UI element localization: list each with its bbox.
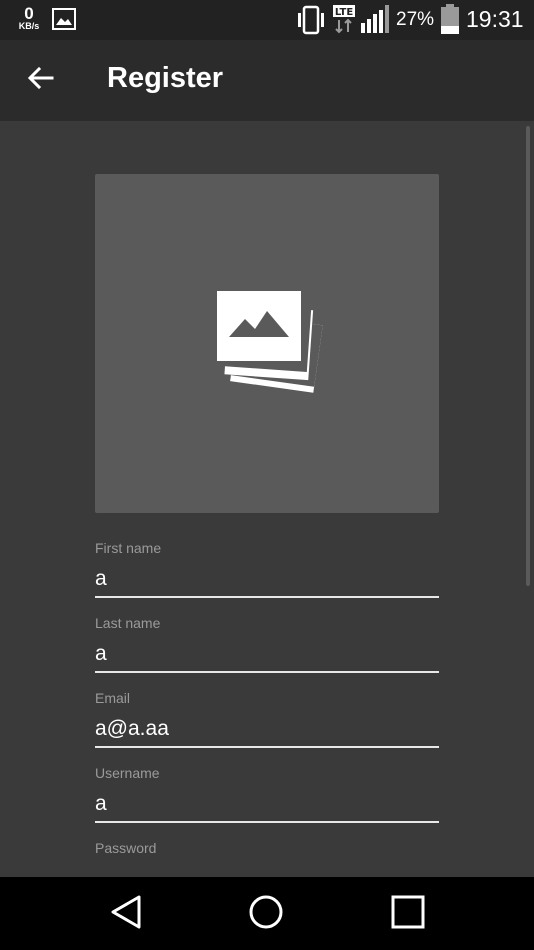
svg-text:LTE: LTE: [335, 7, 354, 18]
password-label: Password: [95, 840, 157, 856]
network-speed-unit: KB/s: [18, 21, 40, 31]
first-name-field: First name: [95, 540, 439, 598]
nav-home-button[interactable]: [243, 891, 289, 937]
password-field: Password: [95, 840, 439, 877]
username-field: Username: [95, 765, 439, 823]
triangle-back-icon: [109, 894, 143, 935]
email-field: Email: [95, 690, 439, 748]
network-speed: 0 KB/s: [14, 5, 44, 31]
register-form-scroll[interactable]: First name Last name Email Username Pass…: [0, 121, 534, 877]
scrollbar[interactable]: [526, 126, 530, 586]
last-name-field: Last name: [95, 615, 439, 673]
page-title: Register: [107, 62, 224, 94]
arrow-back-icon: [27, 66, 54, 94]
gallery-notification-icon: [52, 8, 76, 30]
username-label: Username: [95, 765, 160, 781]
nav-recents-button[interactable]: [385, 891, 431, 937]
battery-icon: [440, 4, 460, 34]
system-nav-bar: [0, 877, 534, 950]
last-name-input[interactable]: [95, 637, 439, 673]
photo-library-icon: [205, 279, 329, 408]
vibrate-icon: [295, 5, 327, 35]
back-button[interactable]: [20, 60, 62, 100]
last-name-label: Last name: [95, 615, 161, 631]
email-input[interactable]: [95, 712, 439, 748]
nav-back-button[interactable]: [103, 891, 149, 937]
circle-home-icon: [248, 894, 284, 935]
status-bar: 0 KB/s LTE 27% 19:31: [0, 0, 534, 40]
lte-data-icon: LTE: [332, 4, 356, 34]
profile-image-picker[interactable]: [95, 174, 439, 513]
first-name-input[interactable]: [95, 562, 439, 598]
network-speed-value: 0: [24, 4, 34, 23]
register-screen: 0 KB/s LTE 27% 19:31 Register First name…: [0, 0, 534, 950]
clock: 19:31: [466, 6, 524, 32]
app-bar: Register: [0, 40, 534, 121]
first-name-label: First name: [95, 540, 162, 556]
battery-percent: 27%: [396, 9, 435, 30]
username-input[interactable]: [95, 787, 439, 823]
password-input[interactable]: [95, 862, 439, 877]
square-recents-icon: [390, 894, 426, 935]
signal-strength-icon: [360, 5, 390, 33]
email-label: Email: [95, 690, 131, 706]
